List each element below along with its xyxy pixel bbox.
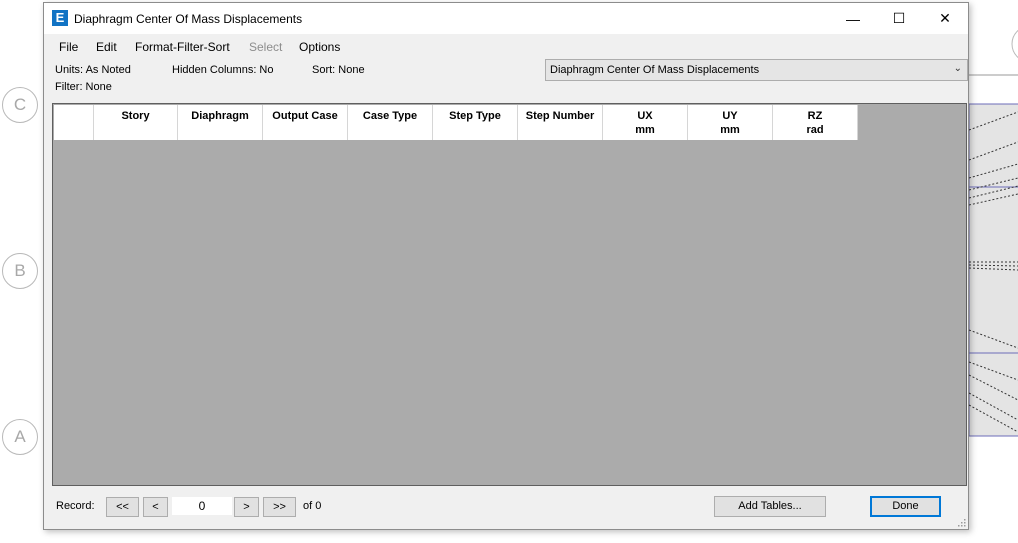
filter-info: Filter: None (55, 81, 112, 93)
previous-record-button[interactable]: < (143, 497, 168, 517)
grid-header-row: Story Diaphragm Output Case Case Type St… (54, 105, 858, 140)
column-header-case-type[interactable]: Case Type (348, 105, 433, 140)
minimize-button[interactable]: — (830, 3, 876, 34)
table-dialog: E Diaphragm Center Of Mass Displacements… (43, 2, 969, 530)
sort-info: Sort: None (312, 64, 365, 76)
record-label: Record: (56, 500, 95, 512)
column-header-diaphragm[interactable]: Diaphragm (178, 105, 263, 140)
menu-options[interactable]: Options (299, 40, 340, 54)
menu-edit[interactable]: Edit (96, 40, 117, 54)
next-record-button[interactable]: > (234, 497, 259, 517)
table-selector-value: Diaphragm Center Of Mass Displacements (550, 64, 760, 76)
units-info: Units: As Noted (55, 64, 131, 76)
resize-grip-icon[interactable] (956, 517, 966, 527)
app-logo-icon: E (52, 10, 68, 26)
table-selector-dropdown[interactable]: Diaphragm Center Of Mass Displacements ⌄ (545, 59, 968, 81)
record-number-input[interactable]: 0 (172, 497, 232, 515)
done-button[interactable]: Done (870, 496, 941, 517)
last-record-button[interactable]: >> (263, 497, 296, 517)
window-title: Diaphragm Center Of Mass Displacements (74, 12, 303, 26)
data-grid[interactable]: Story Diaphragm Output Case Case Type St… (52, 103, 967, 486)
title-bar[interactable]: E Diaphragm Center Of Mass Displacements… (44, 3, 968, 34)
column-header-uy[interactable]: UY mm (688, 105, 773, 140)
menu-file[interactable]: File (59, 40, 78, 54)
maximize-button[interactable]: ☐ (876, 3, 922, 34)
column-header-step-number[interactable]: Step Number (518, 105, 603, 140)
close-button[interactable]: ✕ (922, 3, 968, 34)
column-header-rz[interactable]: RZ rad (773, 105, 858, 140)
menu-select[interactable]: Select (249, 40, 282, 54)
column-header-ux[interactable]: UX mm (603, 105, 688, 140)
hidden-columns-info: Hidden Columns: No (172, 64, 274, 76)
chevron-down-icon: ⌄ (953, 63, 962, 74)
column-header-output-case[interactable]: Output Case (263, 105, 348, 140)
column-header-step-type[interactable]: Step Type (433, 105, 518, 140)
menu-format-filter-sort[interactable]: Format-Filter-Sort (135, 40, 230, 54)
add-tables-button[interactable]: Add Tables... (714, 496, 826, 517)
record-total: of 0 (303, 500, 322, 512)
menu-bar: File Edit Format-Filter-Sort Select Opti… (44, 34, 968, 58)
record-navigation-bar: Record: << < 0 > >> of 0 Add Tables... D… (44, 491, 968, 527)
column-header-story[interactable]: Story (94, 105, 178, 140)
first-record-button[interactable]: << (106, 497, 139, 517)
row-selector-header[interactable] (54, 105, 94, 140)
